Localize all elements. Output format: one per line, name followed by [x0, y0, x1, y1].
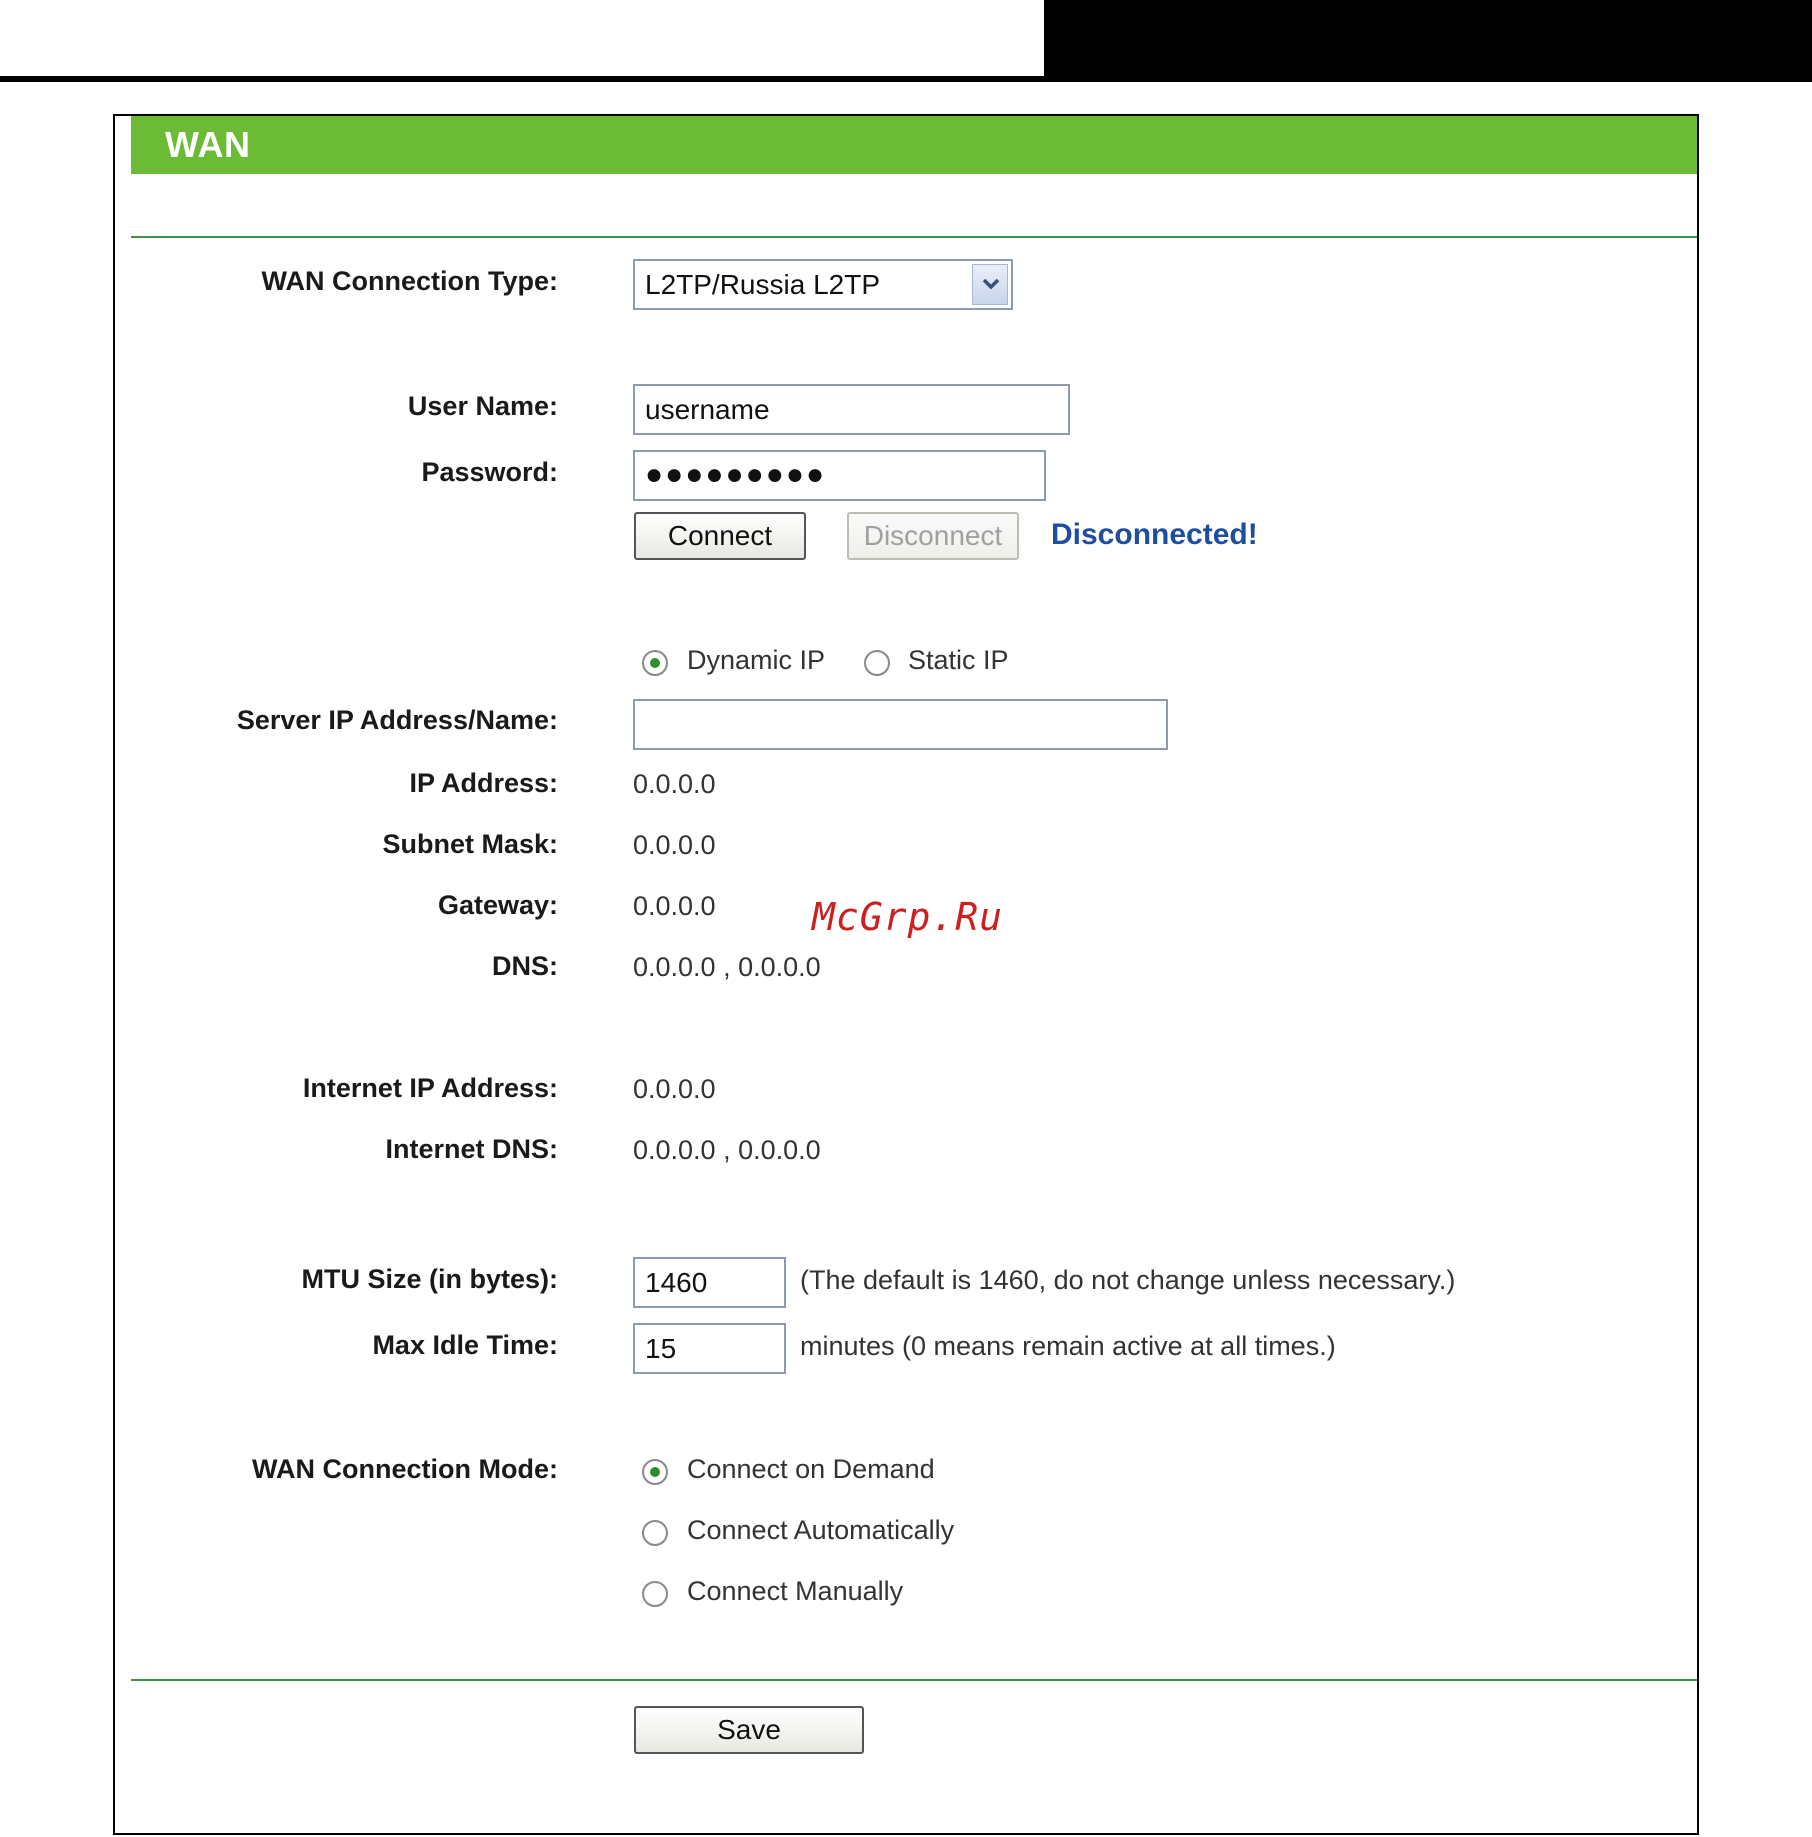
connection-mode-label: WAN Connection Mode:	[252, 1454, 558, 1484]
chevron-down-icon[interactable]	[972, 264, 1008, 305]
user-name-label: User Name:	[407, 391, 558, 421]
gateway-value: 0.0.0.0	[633, 891, 716, 921]
internet-ip-value: 0.0.0.0	[633, 1074, 716, 1104]
connection-status: Disconnected!	[1051, 518, 1258, 551]
internet-dns-label: Internet DNS:	[385, 1134, 558, 1164]
connect-on-demand-label: Connect on Demand	[687, 1454, 935, 1484]
panel-title: WAN	[165, 124, 251, 165]
dynamic-ip-label: Dynamic IP	[687, 645, 826, 675]
header-rule	[0, 76, 1812, 82]
max-idle-input[interactable]	[633, 1323, 786, 1374]
dns-value: 0.0.0.0 , 0.0.0.0	[633, 952, 821, 982]
subnet-mask-label: Subnet Mask:	[382, 829, 558, 859]
mtu-input[interactable]	[633, 1257, 786, 1308]
subnet-mask-value: 0.0.0.0	[633, 830, 716, 860]
connect-automatically-radio[interactable]	[642, 1520, 668, 1546]
password-label: Password:	[421, 457, 558, 487]
header-black-block	[1044, 0, 1812, 76]
ip-address-label: IP Address:	[409, 768, 558, 798]
internet-dns-value: 0.0.0.0 , 0.0.0.0	[633, 1135, 821, 1165]
user-name-input[interactable]	[633, 384, 1070, 435]
max-idle-label: Max Idle Time:	[372, 1330, 558, 1360]
password-input[interactable]: ●●●●●●●●●	[633, 450, 1046, 501]
disconnect-button[interactable]: Disconnect	[847, 512, 1019, 560]
connect-manually-label: Connect Manually	[687, 1576, 904, 1606]
server-ip-input[interactable]	[633, 699, 1168, 750]
connection-type-label: WAN Connection Type:	[261, 266, 559, 296]
internet-ip-label: Internet IP Address:	[302, 1073, 558, 1103]
connection-type-select[interactable]: L2TP/Russia L2TP	[633, 259, 1013, 310]
ip-address-value: 0.0.0.0	[633, 769, 716, 799]
connect-button[interactable]: Connect	[634, 512, 806, 560]
dns-label: DNS:	[492, 951, 558, 981]
connect-manually-radio[interactable]	[642, 1581, 668, 1607]
panel-title-bar: WAN	[131, 116, 1697, 174]
connect-on-demand-radio[interactable]	[642, 1459, 668, 1485]
connect-automatically-label: Connect Automatically	[687, 1515, 955, 1545]
dynamic-ip-radio[interactable]	[642, 650, 668, 676]
wan-settings-panel: WAN WAN Connection Type: L2TP/Russia L2T…	[113, 114, 1699, 1835]
mtu-label: MTU Size (in bytes):	[301, 1264, 558, 1294]
connection-type-value: L2TP/Russia L2TP	[645, 269, 880, 300]
gateway-label: Gateway:	[437, 890, 558, 920]
save-button[interactable]: Save	[634, 1706, 864, 1754]
top-divider	[131, 236, 1697, 238]
server-ip-label: Server IP Address/Name:	[236, 705, 558, 735]
watermark-text: McGrp.Ru	[812, 895, 1004, 939]
static-ip-radio[interactable]	[864, 650, 890, 676]
bottom-divider	[131, 1679, 1697, 1681]
max-idle-hint: minutes (0 means remain active at all ti…	[800, 1331, 1336, 1361]
mtu-hint: (The default is 1460, do not change unle…	[800, 1265, 1456, 1295]
static-ip-label: Static IP	[908, 645, 1009, 675]
